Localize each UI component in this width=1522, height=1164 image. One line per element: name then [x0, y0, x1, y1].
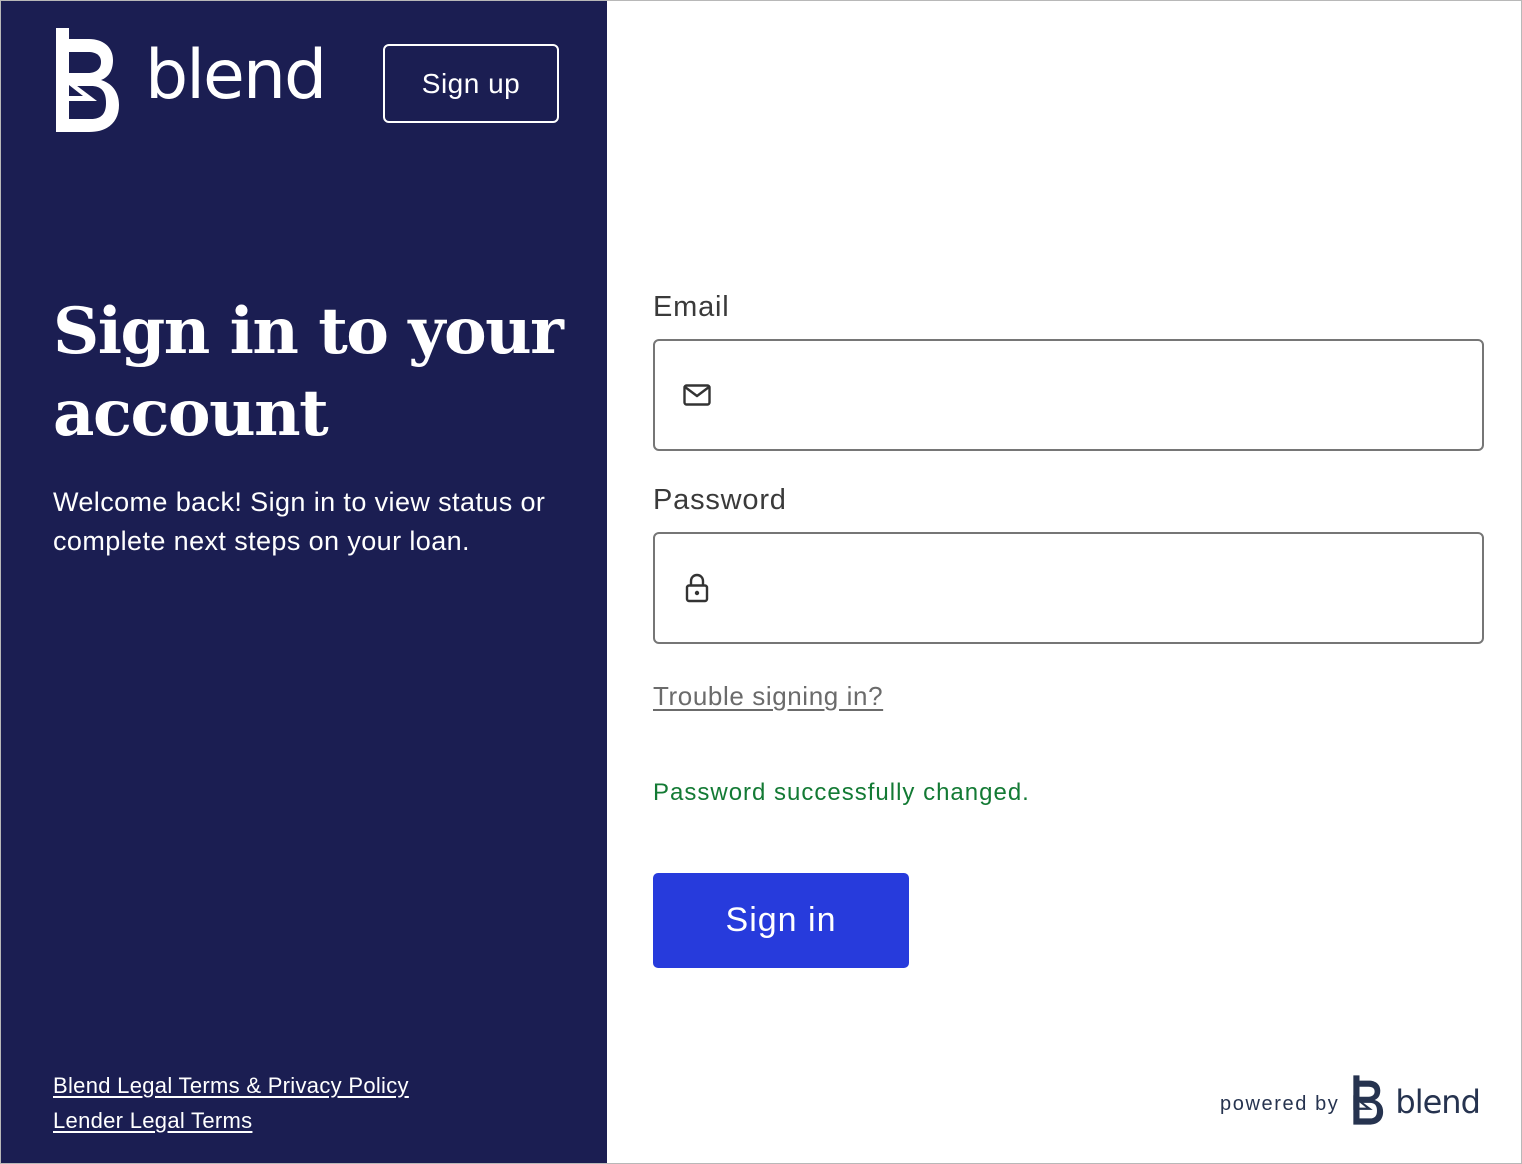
lender-legal-terms-link[interactable]: Lender Legal Terms	[53, 1108, 252, 1134]
lock-icon	[682, 573, 712, 603]
page-subtitle: Welcome back! Sign in to view status or …	[53, 487, 546, 556]
blend-legal-terms-link[interactable]: Blend Legal Terms & Privacy Policy	[53, 1073, 409, 1099]
sign-up-button[interactable]: Sign up	[383, 44, 559, 123]
left-panel: blend Sign up Sign in to your account We…	[1, 1, 607, 1163]
page-title: Sign in to your account	[53, 294, 564, 451]
powered-by-brand: blend	[1395, 1083, 1480, 1121]
password-label: Password	[653, 484, 787, 516]
password-field[interactable]	[653, 532, 1484, 644]
mail-icon	[682, 380, 712, 410]
sign-in-button[interactable]: Sign in	[653, 873, 909, 968]
powered-by-text: powered by	[1220, 1092, 1340, 1115]
email-input[interactable]	[726, 364, 1462, 426]
brand-name: blend	[145, 36, 327, 115]
success-message: Password successfully changed.	[653, 779, 1030, 806]
password-input[interactable]	[726, 557, 1462, 619]
powered-by-badge: powered by blend	[1220, 1074, 1481, 1131]
page-frame: blend Sign up Sign in to your account We…	[0, 0, 1522, 1164]
email-label: Email	[653, 291, 730, 323]
email-field[interactable]	[653, 339, 1484, 451]
trouble-signing-in-link[interactable]: Trouble signing in?	[653, 681, 883, 712]
blend-b-logo-icon	[1351, 1074, 1385, 1131]
brand-logo[interactable]: blend	[53, 25, 327, 135]
blend-b-logo-icon	[53, 25, 121, 135]
